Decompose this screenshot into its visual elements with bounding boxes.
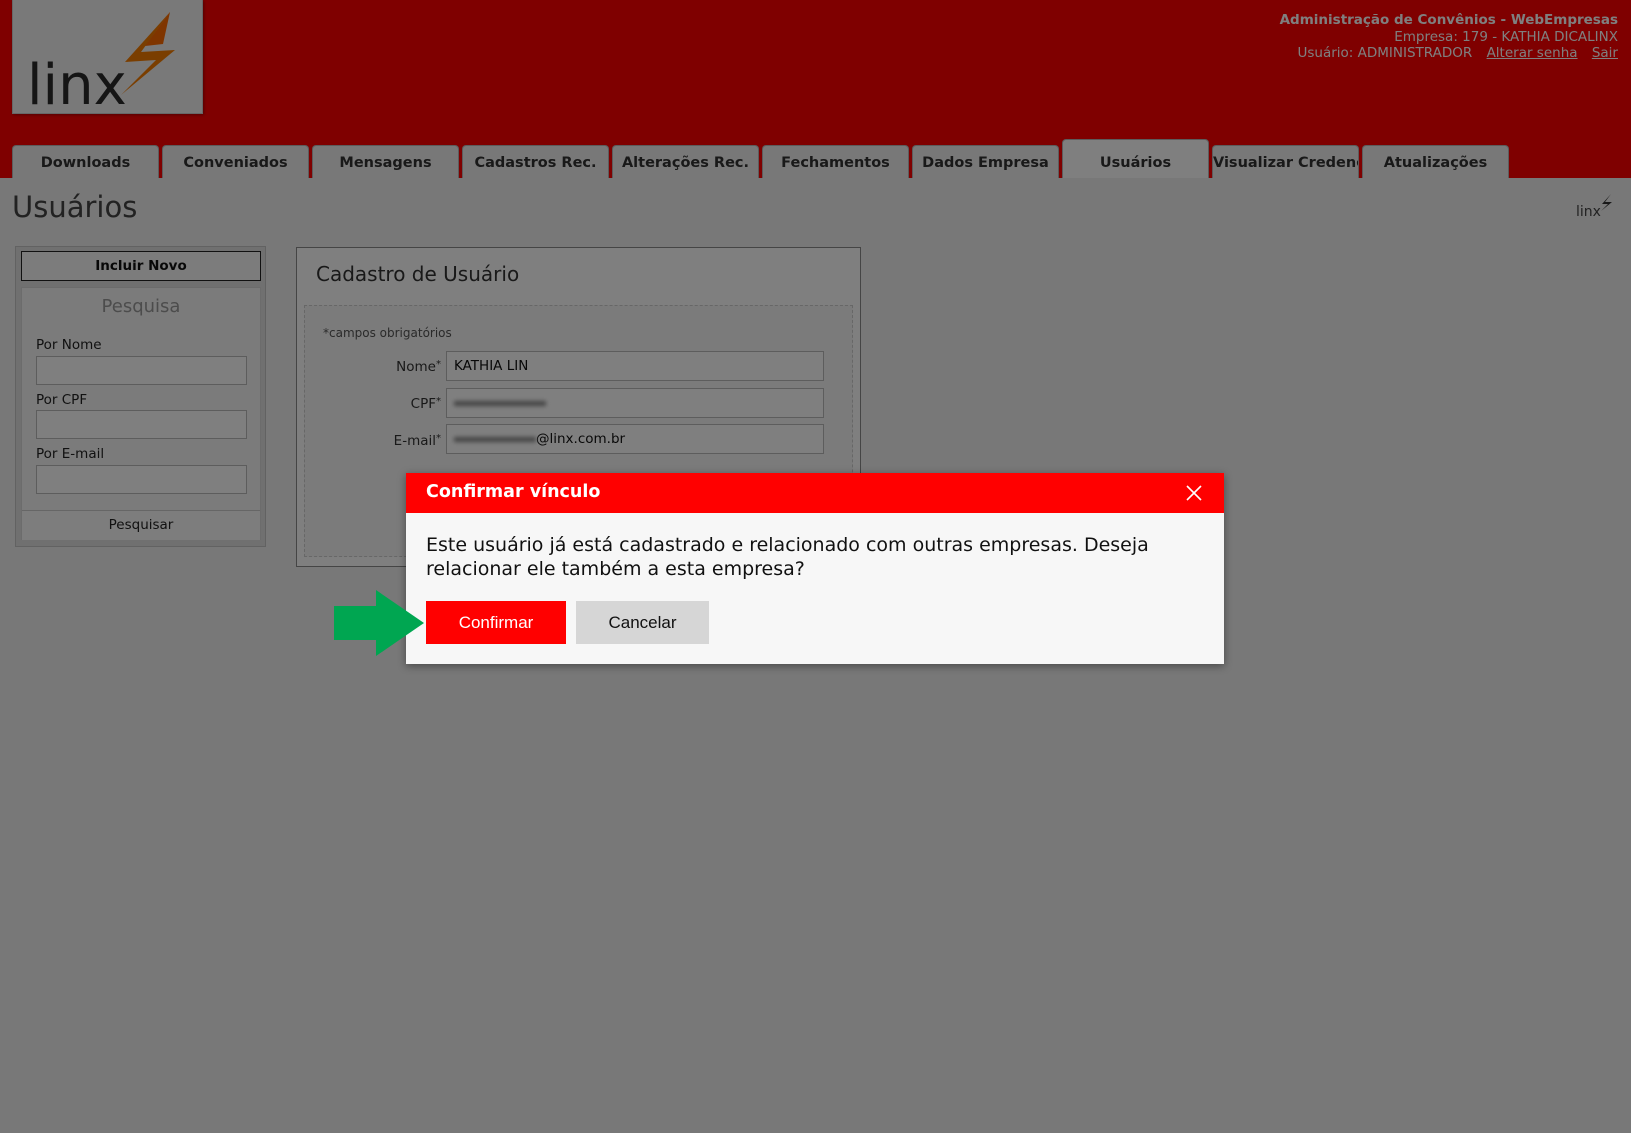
close-icon[interactable] — [1185, 484, 1203, 502]
cancelar-button[interactable]: Cancelar — [576, 601, 709, 644]
dialog-header: Confirmar vínculo — [406, 473, 1224, 513]
dialog-message: Este usuário já está cadastrado e relaci… — [426, 534, 1149, 580]
dialog-title: Confirmar vínculo — [426, 482, 601, 502]
confirmar-button[interactable]: Confirmar — [426, 601, 566, 644]
confirmar-vinculo-dialog: Confirmar vínculo Este usuário já está c… — [406, 473, 1224, 664]
green-arrow-icon — [334, 590, 424, 656]
